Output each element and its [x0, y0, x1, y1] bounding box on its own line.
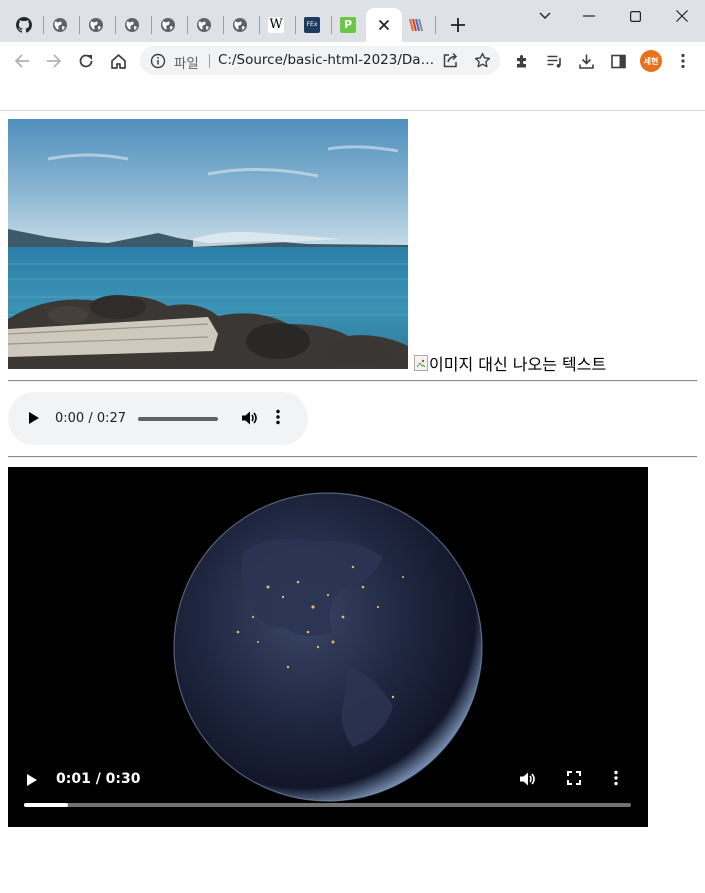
globe-icon [88, 17, 104, 33]
chevron-down-icon [539, 12, 551, 19]
video-seek-bar[interactable] [24, 803, 631, 807]
tab-globe-4[interactable] [150, 8, 186, 42]
github-icon [16, 17, 32, 33]
window-close-button[interactable] [659, 2, 705, 30]
globe-icon [124, 17, 140, 33]
volume-icon[interactable] [518, 770, 536, 792]
audio-player[interactable]: 0:00 / 0:27 [8, 392, 308, 445]
wikipedia-icon: W [268, 17, 284, 33]
address-bar[interactable]: 파일 C:/Source/basic-html-2023/Day... [140, 46, 500, 75]
audio-seek-bar[interactable] [138, 417, 218, 421]
video-seek-progress [24, 803, 69, 807]
page-top-divider [0, 110, 705, 111]
video-time: 0:01 / 0:30 [56, 771, 141, 787]
info-icon[interactable] [150, 53, 166, 69]
video-player[interactable]: 0:01 / 0:30 [8, 467, 648, 827]
new-tab-button[interactable] [447, 14, 469, 36]
tab-globe-2[interactable] [78, 8, 114, 42]
tab-globe-1[interactable] [42, 8, 78, 42]
audio-time: 0:00 / 0:27 [55, 411, 127, 426]
reload-icon [79, 54, 93, 68]
horizontal-rule [8, 380, 697, 382]
tab-search-button[interactable] [522, 2, 568, 30]
tab-github[interactable] [6, 8, 42, 42]
home-button[interactable] [105, 48, 131, 74]
extensions-button[interactable] [509, 48, 535, 74]
browser-toolbar: 파일 C:/Source/basic-html-2023/Day... 세현 [0, 42, 705, 79]
scheme-label: 파일 [174, 56, 199, 72]
media-queue-button[interactable] [541, 48, 567, 74]
downloads-button[interactable] [573, 48, 599, 74]
p-app-icon: P [340, 17, 356, 33]
tab-globe-3[interactable] [114, 8, 150, 42]
wikipedia-glyph: W [269, 17, 283, 32]
home-icon [110, 53, 126, 69]
plus-icon [451, 18, 465, 32]
reload-button[interactable] [73, 48, 99, 74]
close-icon[interactable] [376, 17, 392, 33]
address-divider [209, 54, 210, 68]
play-icon[interactable] [26, 772, 38, 791]
arrow-right-icon [47, 54, 62, 68]
maximize-button[interactable] [612, 2, 658, 30]
fullscreen-icon[interactable] [566, 770, 582, 790]
tab-wikipedia[interactable]: W [258, 8, 294, 42]
minimize-icon [583, 15, 595, 17]
tab-active[interactable] [366, 8, 402, 42]
minimize-button[interactable] [566, 2, 612, 30]
seascape-photo [8, 119, 408, 369]
broken-image: 이미지 대신 나오는 텍스트 [414, 352, 606, 374]
close-icon [676, 10, 688, 22]
tab-separator [435, 16, 436, 34]
fex-icon: FEx [304, 17, 320, 33]
back-button[interactable] [9, 48, 35, 74]
tab-strip: W FEx P [0, 0, 705, 42]
play-icon[interactable] [28, 410, 40, 429]
globe-icon [196, 17, 212, 33]
broken-image-alt-text: 이미지 대신 나오는 텍스트 [429, 355, 607, 374]
tab-striped-logo[interactable] [398, 8, 434, 42]
broken-image-icon [414, 355, 428, 371]
striped-logo-icon [408, 17, 424, 33]
globe-icon [160, 17, 176, 33]
volume-icon[interactable] [240, 409, 258, 431]
forward-button[interactable] [41, 48, 67, 74]
tab-p-app[interactable]: P [330, 8, 366, 42]
share-icon[interactable] [442, 52, 459, 73]
download-icon [578, 54, 594, 69]
tab-globe-6[interactable] [222, 8, 258, 42]
more-vert-icon[interactable] [614, 770, 618, 790]
arrow-left-icon [14, 54, 29, 68]
fex-glyph: FEx [306, 21, 318, 28]
side-panel-button[interactable] [605, 48, 631, 74]
maximize-icon [629, 10, 641, 22]
globe-icon [52, 17, 68, 33]
tab-globe-5[interactable] [186, 8, 222, 42]
bookmark-star-icon[interactable] [474, 52, 491, 73]
horizontal-rule [8, 456, 697, 458]
p-app-glyph: P [343, 18, 353, 31]
puzzle-icon [516, 54, 526, 67]
more-vert-icon [681, 53, 685, 69]
side-panel-icon [610, 54, 626, 68]
profile-avatar[interactable]: 세현 [640, 50, 662, 72]
globe-icon [232, 17, 248, 33]
url-text[interactable]: C:/Source/basic-html-2023/Day... [218, 52, 436, 68]
more-vert-icon[interactable] [276, 409, 280, 429]
playlist-icon [547, 55, 561, 68]
tab-fex[interactable]: FEx [294, 8, 330, 42]
menu-button[interactable] [670, 48, 696, 74]
